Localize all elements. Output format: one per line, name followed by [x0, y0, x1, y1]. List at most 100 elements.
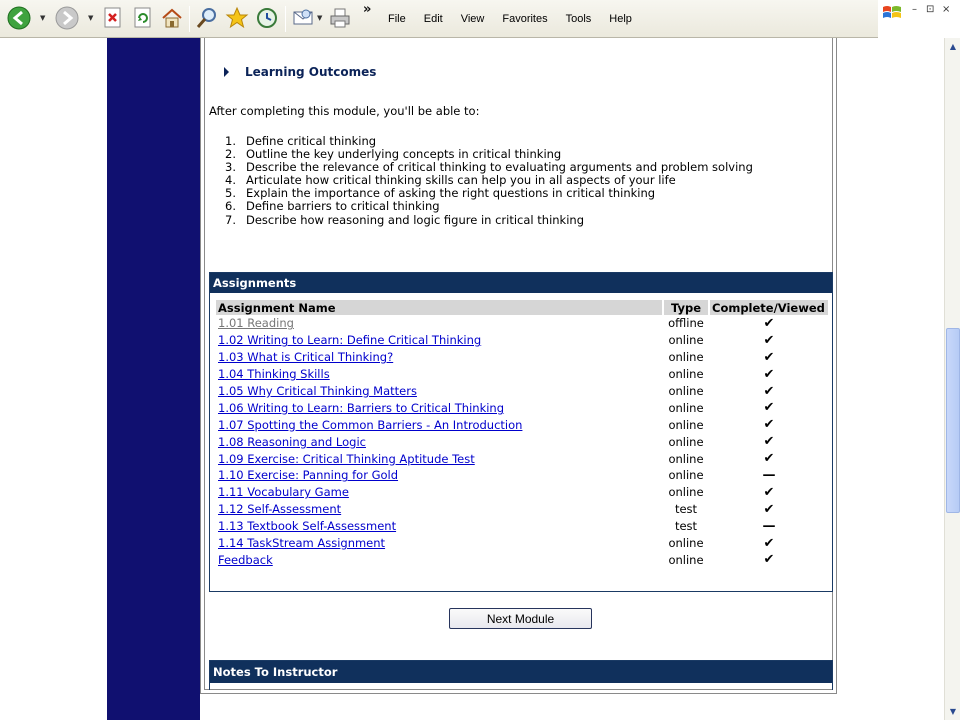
assignment-link[interactable]: 1.13 Textbook Self-Assessment [218, 519, 396, 533]
forward-button[interactable] [55, 6, 79, 30]
status-cell: ✔ [710, 315, 828, 332]
assignment-type: online [668, 417, 704, 432]
assignment-link[interactable]: 1.10 Exercise: Panning for Gold [218, 468, 398, 482]
assignment-link[interactable]: 1.05 Why Critical Thinking Matters [218, 384, 417, 398]
navigation-column [107, 38, 200, 720]
toolbar-separator [285, 6, 286, 32]
assignment-link[interactable]: 1.06 Writing to Learn: Barriers to Criti… [218, 401, 504, 415]
table-row: 1.12 Self-Assessment test ✔ [216, 501, 828, 518]
stop-button[interactable] [101, 6, 125, 30]
assignment-name-cell: 1.11 Vocabulary Game [216, 484, 662, 501]
menu-favorites[interactable]: Favorites [502, 13, 547, 25]
assignment-link[interactable]: 1.04 Thinking Skills [218, 367, 330, 381]
menu-view[interactable]: View [461, 13, 485, 25]
status-cell: ✔ [710, 383, 828, 400]
assignment-link[interactable]: 1.09 Exercise: Critical Thinking Aptitud… [218, 452, 475, 466]
assignment-link[interactable]: 1.11 Vocabulary Game [218, 485, 349, 499]
table-row: 1.08 Reasoning and Logic online ✔ [216, 433, 828, 450]
assignment-name-cell: 1.08 Reasoning and Logic [216, 433, 662, 450]
history-button[interactable] [255, 6, 279, 30]
assignment-link[interactable]: 1.08 Reasoning and Logic [218, 435, 366, 449]
favorites-button[interactable] [225, 6, 249, 30]
assignment-link[interactable]: 1.14 TaskStream Assignment [218, 536, 385, 550]
menu-file[interactable]: File [388, 13, 406, 25]
table-row: 1.07 Spotting the Common Barriers - An I… [216, 416, 828, 433]
back-button[interactable] [7, 6, 31, 30]
toolbar-overflow-chevron-icon[interactable]: » [363, 2, 371, 17]
checkmark-icon: ✔ [763, 434, 775, 450]
column-header-status: Complete/Viewed [710, 300, 828, 315]
assignment-type: test [674, 502, 698, 517]
assignment-type: online [668, 536, 704, 551]
scrollbar-thumb[interactable] [946, 328, 960, 513]
assignment-type: online [668, 468, 704, 483]
table-row: 1.01 Reading offline ✔ [216, 315, 828, 332]
stop-icon [104, 7, 121, 28]
scroll-up-icon[interactable]: ▲ [946, 39, 960, 53]
assignment-link[interactable]: 1.07 Spotting the Common Barriers - An I… [218, 418, 522, 432]
assignment-name-cell: 1.05 Why Critical Thinking Matters [216, 383, 662, 400]
history-icon [257, 8, 277, 28]
assignment-type: online [668, 485, 704, 500]
outcomes-list: 1. Define critical thinking 2. Outline the… [225, 134, 753, 227]
assignment-type: online [668, 367, 704, 382]
dash-icon: — [762, 518, 776, 534]
assignment-link[interactable]: 1.02 Writing to Learn: Define Critical T… [218, 333, 481, 347]
assignment-type: online [668, 384, 704, 398]
list-item: 7. Describe how reasoning and logic figur… [225, 212, 585, 227]
mail-button[interactable] [291, 6, 315, 30]
refresh-icon [134, 7, 151, 28]
status-cell: ✔ [710, 349, 828, 366]
home-button[interactable] [160, 6, 184, 30]
assignments-title: Assignments [210, 273, 832, 293]
back-dropdown-icon[interactable]: ▼ [40, 14, 45, 22]
close-icon[interactable]: × [942, 4, 950, 15]
forward-dropdown-icon[interactable]: ▼ [88, 14, 93, 22]
status-cell: ✔ [710, 366, 828, 383]
menu-help[interactable]: Help [609, 13, 632, 25]
restore-icon[interactable]: ⊡ [926, 4, 934, 15]
outcomes-intro: After completing this module, you'll be … [209, 104, 480, 118]
checkmark-icon: ✔ [763, 366, 775, 382]
mail-dropdown-icon[interactable]: ▼ [317, 14, 322, 22]
refresh-button[interactable] [131, 6, 155, 30]
status-cell: — [710, 518, 828, 535]
notes-title: Notes To Instructor [210, 661, 832, 683]
assignment-link[interactable]: 1.03 What is Critical Thinking? [218, 350, 393, 364]
content-panel: Learning Outcomes After completing this … [204, 38, 833, 690]
checkmark-icon: ✔ [763, 383, 775, 399]
checkmark-icon: ✔ [763, 349, 775, 365]
minimize-icon[interactable]: – [912, 4, 917, 15]
table-row: 1.09 Exercise: Critical Thinking Aptitud… [216, 450, 828, 467]
status-cell: ✔ [710, 416, 828, 433]
assignment-name-cell: 1.14 TaskStream Assignment [216, 535, 662, 552]
menu-tools[interactable]: Tools [566, 13, 592, 25]
assignment-type: online [668, 451, 704, 466]
assignment-type: online [668, 350, 704, 365]
checkmark-icon: ✔ [763, 417, 775, 433]
toolbar-separator [189, 6, 190, 32]
assignment-name-cell: Feedback [216, 551, 662, 568]
assignment-link[interactable]: Feedback [218, 553, 273, 567]
assignment-type: offline [668, 316, 704, 331]
assignment-type: online [668, 434, 704, 449]
next-module-button[interactable]: Next Module [449, 608, 592, 629]
vertical-scrollbar[interactable]: ▲ ▼ [944, 38, 960, 720]
checkmark-icon: ✔ [763, 535, 775, 551]
search-button[interactable] [195, 6, 219, 30]
content-frame: Learning Outcomes After completing this … [200, 38, 837, 694]
printer-icon [330, 8, 350, 28]
status-cell: ✔ [710, 332, 828, 349]
table-row: Feedback online ✔ [216, 551, 828, 568]
scroll-down-icon[interactable]: ▼ [946, 704, 960, 718]
menu-edit[interactable]: Edit [424, 13, 443, 25]
table-row: 1.03 What is Critical Thinking? online ✔ [216, 349, 828, 366]
assignment-link[interactable]: 1.01 Reading [218, 316, 294, 330]
print-button[interactable] [328, 6, 352, 30]
learning-outcomes-heading[interactable]: Learning Outcomes [224, 65, 376, 79]
status-cell: ✔ [710, 501, 828, 518]
table-row: 1.13 Textbook Self-Assessment test — [216, 518, 828, 535]
assignments-body: 1.01 Reading offline ✔ 1.02 Writing to Lear… [216, 315, 828, 568]
expand-arrow-icon [224, 67, 229, 77]
assignment-link[interactable]: 1.12 Self-Assessment [218, 502, 341, 516]
